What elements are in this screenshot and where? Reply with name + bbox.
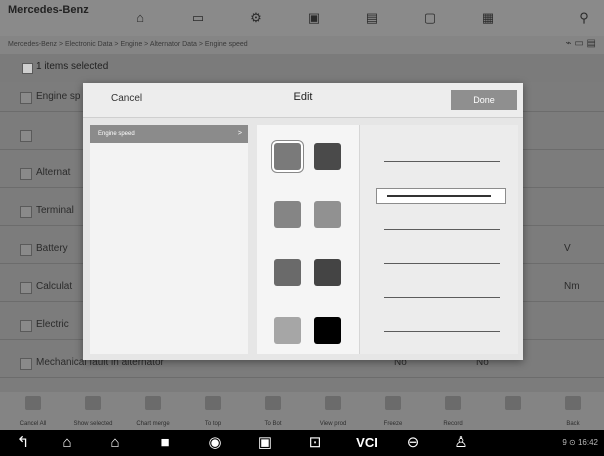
row-checkbox[interactable]	[20, 244, 32, 256]
home-icon[interactable]: ⌂	[52, 434, 82, 452]
toolbar-button[interactable]	[484, 392, 542, 430]
breadcrumb-text: Mercedes-Benz > Electronic Data > Engine…	[8, 41, 248, 48]
toolbar-icon	[85, 396, 101, 410]
save-icon[interactable]: ▢	[422, 10, 438, 26]
row-name: Alternat	[36, 167, 71, 178]
row-checkbox[interactable]	[20, 168, 32, 180]
print-icon[interactable]: ▣	[306, 10, 322, 26]
color-swatch[interactable]	[274, 317, 301, 344]
search-icon[interactable]: ⚲	[576, 10, 592, 26]
top-app-bar: Mercedes-Benz ⌂ ▭ ⚙ ▣ ▤ ▢ ▦ ⚲	[0, 0, 604, 36]
toolbar-button[interactable]: Back	[544, 392, 602, 430]
system-navbar: ↰ ⌂ ⌂ ■ ◉ ▣ ⊡ VCI ⊖ ♙ 9 ⊙ 16:42	[0, 430, 604, 456]
color-swatch[interactable]	[274, 201, 301, 228]
breadcrumb: Mercedes-Benz > Electronic Data > Engine…	[0, 36, 604, 54]
toolbar-button[interactable]: Freeze	[364, 392, 422, 430]
status-clock: 9 ⊙ 16:42	[562, 438, 598, 447]
line-style-option-selected[interactable]	[376, 188, 506, 204]
row-unit: Nm	[564, 281, 580, 292]
selection-bar: 1 items selected	[0, 54, 604, 82]
toolbar-icon	[445, 396, 461, 410]
help-icon[interactable]: ▤	[364, 10, 380, 26]
line-style-option[interactable]	[384, 263, 500, 264]
color-swatch[interactable]	[314, 201, 341, 228]
chevron-right-icon: >	[237, 130, 242, 137]
toolbar-label: Chart merge	[136, 421, 170, 427]
toolbar-label: To top	[204, 421, 222, 427]
color-swatch[interactable]	[274, 143, 301, 170]
line-style-option[interactable]	[384, 297, 500, 298]
toolbar-button[interactable]: Show selected	[64, 392, 122, 430]
line-style-option[interactable]	[384, 161, 500, 162]
toolbar-label: Cancel All	[19, 421, 47, 427]
back-icon[interactable]: ↰	[8, 434, 38, 452]
toolbar-icon	[265, 396, 281, 410]
list-item-label: Engine speed	[98, 131, 135, 137]
recent-apps-icon[interactable]: ■	[150, 434, 180, 452]
toolbar-icon	[205, 396, 221, 410]
toolbar-button[interactable]: Cancel All	[4, 392, 62, 430]
row-checkbox[interactable]	[20, 358, 32, 370]
app-brand: Mercedes-Benz	[8, 4, 89, 16]
settings-icon[interactable]: ⚙	[248, 10, 264, 26]
toolbar-label: Record	[443, 421, 463, 427]
row-checkbox[interactable]	[20, 282, 32, 294]
color-swatch[interactable]	[314, 143, 341, 170]
connection-icon: ⌁ ▭ ▤	[565, 38, 596, 49]
toolbar-label: To Bot	[264, 421, 282, 427]
toolbar-label: Show selected	[73, 421, 113, 427]
select-all-checkbox[interactable]	[22, 63, 33, 74]
dialog-header: Edit Cancel Done	[83, 83, 523, 118]
row-name: Battery	[36, 243, 68, 254]
toolbar-icon	[325, 396, 341, 410]
color-swatch[interactable]	[274, 259, 301, 286]
line-style-panel	[359, 125, 518, 354]
row-name: Engine sp	[36, 91, 81, 102]
done-button[interactable]: Done	[451, 90, 517, 110]
message-icon[interactable]: ▦	[480, 10, 496, 26]
item-list-panel: Engine speed >	[90, 125, 248, 354]
row-unit: V	[564, 243, 571, 254]
toolbar-icon	[145, 396, 161, 410]
toolbar-button[interactable]: Record	[424, 392, 482, 430]
camera-icon[interactable]: ▣	[250, 434, 280, 452]
toolbar-label: View prod	[319, 421, 347, 427]
bottom-toolbar: Cancel All Show selected Chart merge To top…	[0, 392, 604, 430]
toolbar-icon	[25, 396, 41, 410]
vci-icon[interactable]: VCI	[348, 434, 386, 452]
toolbar-icon	[385, 396, 401, 410]
toolbar-button[interactable]: To Bot	[244, 392, 302, 430]
toolbar-button[interactable]: Chart merge	[124, 392, 182, 430]
vehicle-icon[interactable]: ▭	[190, 10, 206, 26]
toolbar-button[interactable]: View prod	[304, 392, 362, 430]
screen-icon[interactable]: ⊡	[300, 434, 330, 452]
toolbar-label: Back	[566, 421, 580, 427]
row-checkbox[interactable]	[20, 130, 32, 142]
line-style-option[interactable]	[384, 331, 500, 332]
row-name: Calculat	[36, 281, 73, 292]
toolbar-icon	[505, 396, 521, 410]
row-checkbox[interactable]	[20, 320, 32, 332]
line-sample	[387, 195, 491, 197]
color-swatch-panel	[257, 125, 359, 354]
user-icon[interactable]: ♙	[446, 434, 476, 452]
selection-count: 1 items selected	[36, 61, 109, 72]
line-style-option[interactable]	[384, 229, 500, 230]
color-swatch[interactable]	[314, 259, 341, 286]
toolbar-icon	[565, 396, 581, 410]
row-name: Terminal	[36, 205, 74, 216]
browser-icon[interactable]: ◉	[200, 434, 230, 452]
toolbar-label: Freeze	[383, 421, 403, 427]
house-icon[interactable]: ⌂	[100, 434, 130, 452]
color-swatch[interactable]	[314, 317, 341, 344]
car-icon[interactable]: ⊖	[398, 434, 428, 452]
edit-dialog: Edit Cancel Done Engine speed >	[83, 83, 523, 360]
list-item-engine-speed[interactable]: Engine speed >	[90, 125, 248, 143]
home-icon[interactable]: ⌂	[132, 10, 148, 26]
toolbar-button[interactable]: To top	[184, 392, 242, 430]
cancel-button[interactable]: Cancel	[111, 93, 142, 104]
row-checkbox[interactable]	[20, 206, 32, 218]
row-checkbox[interactable]	[20, 92, 32, 104]
row-name: Electric	[36, 319, 69, 330]
